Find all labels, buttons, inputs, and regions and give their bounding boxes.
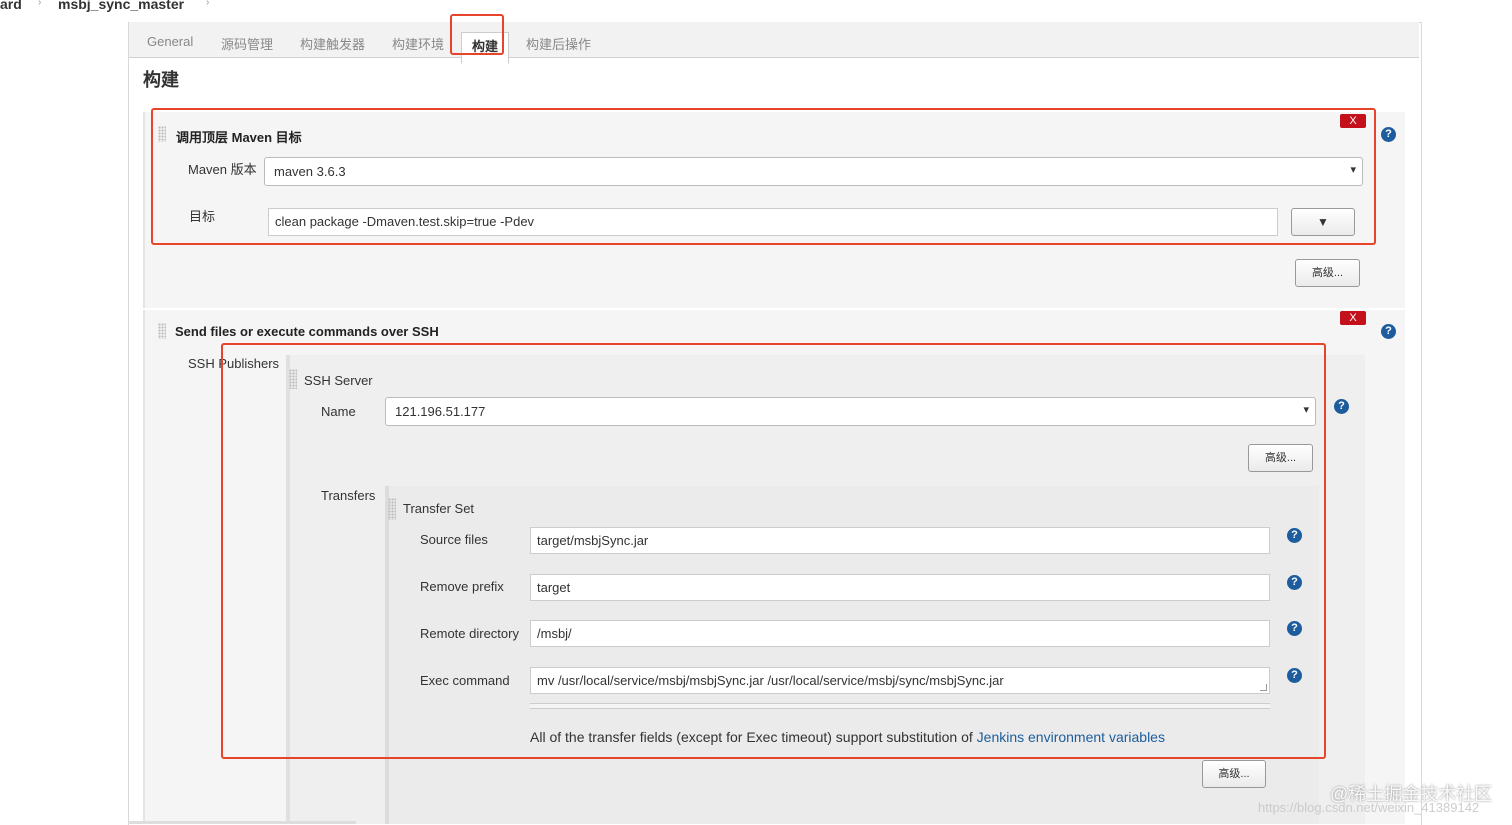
tab-build-triggers[interactable]: 构建触发器 <box>300 34 365 53</box>
maven-step-help-icon[interactable]: ? <box>1381 127 1396 142</box>
breadcrumb-item-dashboard[interactable]: ard <box>0 0 22 12</box>
breadcrumb-separator-icon: › <box>206 0 210 8</box>
ssh-name-help-icon[interactable]: ? <box>1334 399 1349 414</box>
ssh-step-help-icon[interactable]: ? <box>1381 324 1396 339</box>
section-title: 构建 <box>143 70 179 90</box>
breadcrumb-item-job[interactable]: msbj_sync_master <box>58 0 184 12</box>
transfer-advanced-button[interactable]: 高级... <box>1202 760 1266 788</box>
watermark-url: https://blog.csdn.net/weixin_41389142 <box>1258 800 1480 815</box>
tab-build-environment[interactable]: 构建环境 <box>392 34 444 53</box>
tab-source-management[interactable]: 源码管理 <box>221 34 273 53</box>
maven-advanced-button[interactable]: 高级... <box>1295 259 1360 287</box>
config-tabbar: General 源码管理 构建触发器 构建环境 构建 构建后操作 <box>129 22 1419 64</box>
highlight-box-maven <box>151 108 1376 245</box>
ssh-step-delete-button[interactable]: X <box>1340 311 1366 325</box>
tab-general[interactable]: General <box>147 34 193 49</box>
highlight-box-build-tab <box>450 14 504 55</box>
breadcrumb: ard › msbj_sync_master › <box>0 0 1512 22</box>
ssh-step-title: Send files or execute commands over SSH <box>175 324 439 339</box>
highlight-box-ssh <box>221 343 1326 759</box>
tab-post-build[interactable]: 构建后操作 <box>526 34 591 53</box>
breadcrumb-separator-icon: › <box>38 0 42 8</box>
drag-handle-icon[interactable] <box>158 323 166 339</box>
